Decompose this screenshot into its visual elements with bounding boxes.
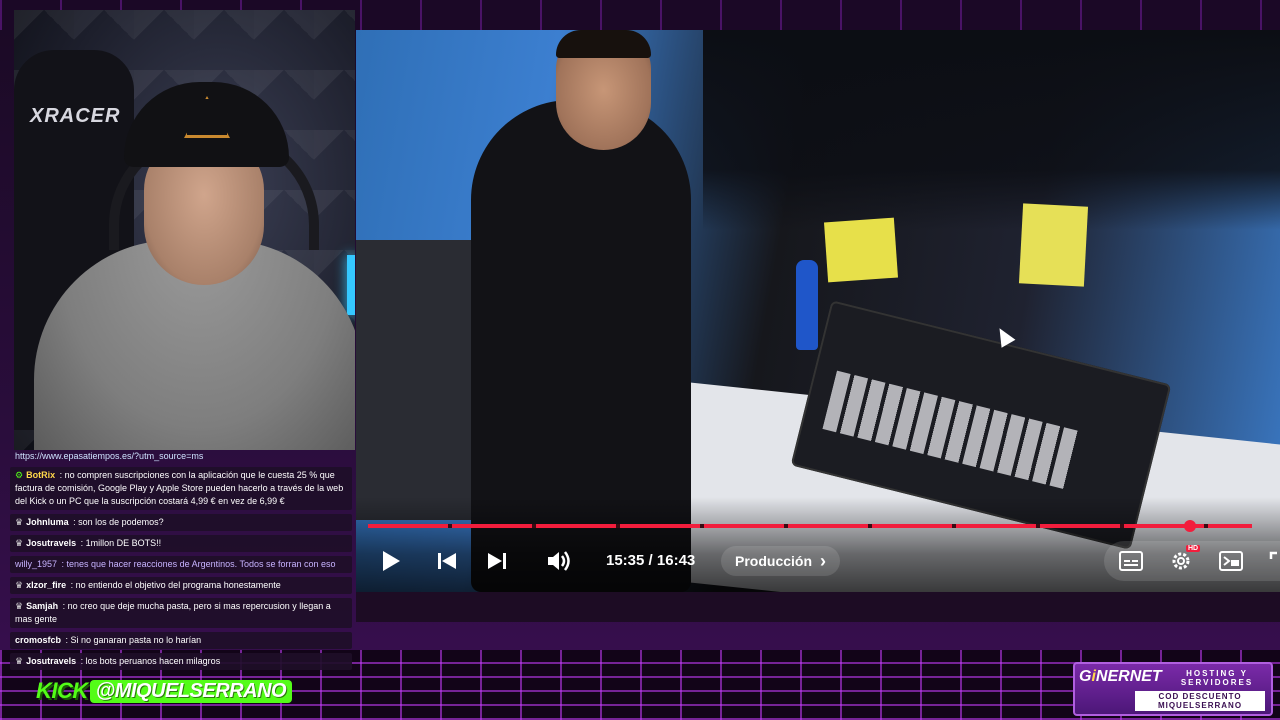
- discount-label: COD DESCUENTO: [1158, 692, 1242, 701]
- crown-badge-icon: ♛: [15, 517, 24, 527]
- chat-message-text: : no compren suscripciones con la aplica…: [15, 470, 344, 506]
- chat-message-text[interactable]: https://www.epasatiempos.es/?utm_source=…: [15, 451, 203, 461]
- crown-badge-icon: ♛: [15, 538, 24, 548]
- chat-message-text: : los bots peruanos hacen milagros: [78, 656, 221, 666]
- water-bottle: [796, 260, 818, 350]
- chat-username[interactable]: Samjah: [26, 601, 58, 611]
- sticky-note: [1018, 203, 1089, 287]
- chat-username[interactable]: xlzor_fire: [26, 580, 66, 590]
- previous-button[interactable]: [436, 548, 458, 574]
- miniplayer-icon: [1219, 551, 1243, 571]
- tagline-line2: SERVIDORES: [1180, 678, 1254, 687]
- crown-badge-icon: ♛: [15, 601, 24, 611]
- chat-message-text: : son los de podemos?: [70, 517, 164, 527]
- chat-message-text: : no entiendo el objetivo del programa h…: [68, 580, 281, 590]
- equipment-rack: [356, 240, 479, 520]
- chevron-right-icon: ›: [820, 550, 827, 571]
- chat-message-text: : Si no ganaran pasta no lo harían: [63, 635, 202, 645]
- chapter-label: Producción: [735, 553, 813, 569]
- man-hair: [556, 30, 651, 58]
- time-display: 15:35 / 16:43: [606, 552, 695, 569]
- progress-bar[interactable]: [368, 520, 1252, 532]
- progress-scrubber[interactable]: [1184, 520, 1197, 532]
- sticky-note: [823, 217, 899, 283]
- chat-message: ♛ Josutravels : 1millon DE BOTS!!: [10, 535, 352, 552]
- webcam-feed: XRACER: [14, 10, 355, 450]
- play-button[interactable]: [380, 548, 402, 574]
- player-bottom-bar: [356, 592, 1280, 622]
- settings-button[interactable]: HD: [1168, 545, 1201, 573]
- chat-message: ⚙ BotRix : no compren suscripciones con l…: [10, 467, 352, 510]
- right-controls: HD: [1104, 541, 1280, 581]
- chat-username[interactable]: Josutravels: [26, 538, 76, 548]
- chat-panel: https://www.epasatiempos.es/?utm_source=…: [10, 450, 352, 675]
- fullscreen-icon: [1269, 551, 1277, 559]
- chat-message-text: : no creo que deje mucha pasta, pero si …: [15, 601, 331, 624]
- chat-username[interactable]: cromosfcb: [15, 635, 61, 645]
- kick-username: @MIQUELSERRANO: [89, 679, 293, 703]
- current-time: 15:35: [606, 552, 645, 569]
- tagline-line1: HOSTING Y: [1186, 669, 1248, 678]
- chat-username[interactable]: BotRix: [26, 470, 55, 480]
- chat-message-text: : 1millon DE BOTS!!: [78, 538, 162, 548]
- chat-username[interactable]: Johnluma: [26, 517, 69, 527]
- chat-message: ♛ xlzor_fire : no entiendo el objetivo de…: [10, 577, 352, 594]
- video-dark-area: [703, 30, 1280, 230]
- settings-icon: [1172, 552, 1190, 570]
- next-button[interactable]: [486, 548, 508, 574]
- volume-icon: [548, 551, 570, 571]
- subtitles-button[interactable]: [1118, 549, 1144, 573]
- discount-code: COD DESCUENTO MIQUELSERRANO: [1135, 691, 1265, 711]
- chat-username[interactable]: Josutravels: [26, 656, 76, 666]
- chat-message: ♛ Samjah : no creo que deje mucha pasta, …: [10, 598, 352, 628]
- chat-message-text: : tenes que hacer reacciones de Argentin…: [59, 559, 336, 569]
- discount-value: MIQUELSERRANO: [1157, 701, 1243, 710]
- duration: 16:43: [656, 552, 696, 569]
- chat-message: ♛ Johnluma : son los de podemos?: [10, 514, 352, 531]
- chat-message: https://www.epasatiempos.es/?utm_source=…: [10, 450, 352, 463]
- ginernet-logo: GiNERNET: [1079, 668, 1162, 686]
- kick-logo-text: KICK: [36, 678, 88, 703]
- chat-message: willy_1957 : tenes que hacer reacciones …: [10, 556, 352, 573]
- play-icon: [383, 551, 400, 571]
- chat-message: cromosfcb : Si no ganaran pasta no lo ha…: [10, 632, 352, 649]
- logo-prefix: G: [1079, 668, 1092, 685]
- skip-previous-icon: [438, 553, 456, 569]
- crown-badge-icon: ♛: [15, 656, 24, 666]
- crown-badge-icon: ♛: [15, 580, 24, 590]
- chat-message: ♛ Josutravels : los bots peruanos hacen m…: [10, 653, 352, 670]
- video-player[interactable]: 15:35 / 16:43 Producción › HD: [356, 30, 1280, 592]
- neon-light: [347, 255, 355, 315]
- chat-username[interactable]: willy_1957: [15, 559, 57, 569]
- chapter-button[interactable]: Producción ›: [721, 546, 841, 576]
- skip-next-icon: [488, 553, 506, 569]
- chair-brand-text: XRACER: [30, 105, 121, 127]
- subtitles-icon: [1119, 551, 1143, 571]
- sponsor-tagline: HOSTING Y SERVIDORES: [1167, 669, 1267, 687]
- bot-badge-icon: ⚙: [15, 470, 24, 480]
- kick-handle-banner: KICK @MIQUELSERRANO: [36, 678, 293, 704]
- ginernet-sponsor-banner: GiNERNET HOSTING Y SERVIDORES COD DESCUE…: [1073, 662, 1273, 716]
- logo-suffix: NERNET: [1095, 668, 1162, 685]
- hd-badge: HD: [1186, 545, 1201, 552]
- fullscreen-button[interactable]: [1266, 549, 1280, 573]
- time-separator: /: [644, 552, 657, 569]
- miniplayer-button[interactable]: [1218, 549, 1244, 573]
- volume-button[interactable]: [546, 548, 574, 574]
